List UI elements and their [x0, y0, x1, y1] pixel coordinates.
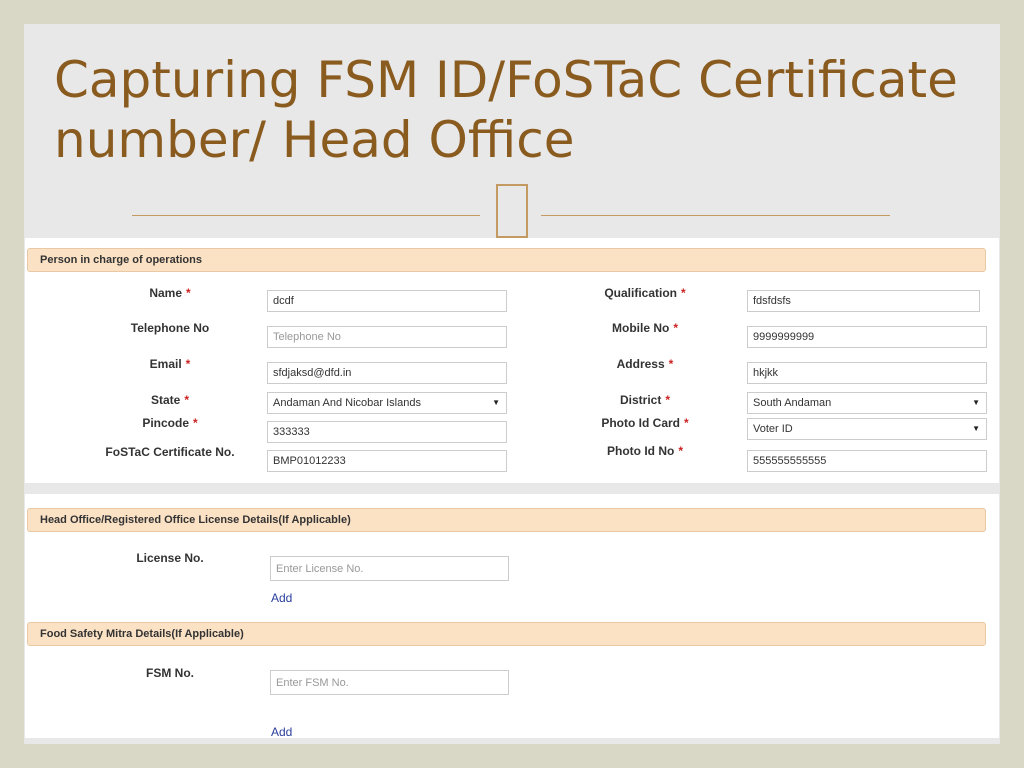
- title-divider-right: [541, 215, 890, 216]
- fsm-no-input[interactable]: [270, 670, 509, 695]
- license-no-input[interactable]: [270, 556, 509, 581]
- district-select[interactable]: South Andaman ▼: [747, 392, 987, 414]
- label-email: Email *: [149, 357, 191, 371]
- photo-id-no-field[interactable]: [747, 450, 987, 472]
- fostac-certificate-field[interactable]: [267, 450, 507, 472]
- label-address: Address *: [616, 357, 674, 371]
- label-photo-id-card: Photo Id Card *: [601, 416, 689, 430]
- label-fostac: FoSTaC Certificate No.: [105, 445, 235, 459]
- divider-ornament-icon: [496, 184, 528, 238]
- person-in-charge-panel: Person in charge of operations Name * Tel…: [25, 238, 999, 483]
- label-license-no: License No.: [136, 551, 204, 565]
- pincode-field[interactable]: [267, 421, 507, 443]
- photo-id-card-selected-value: Voter ID: [753, 423, 793, 435]
- section-header-head-office: Head Office/Registered Office License De…: [27, 508, 986, 532]
- label-photo-id-no: Photo Id No *: [607, 444, 683, 458]
- add-license-link[interactable]: Add: [271, 591, 292, 605]
- head-office-fsm-panel: Head Office/Registered Office License De…: [25, 494, 999, 739]
- title-divider-left: [132, 215, 480, 216]
- address-field[interactable]: [747, 362, 987, 384]
- label-telephone: Telephone No: [130, 321, 210, 335]
- label-name: Name *: [149, 286, 191, 300]
- label-state: State *: [150, 393, 189, 407]
- qualification-field[interactable]: [747, 290, 980, 312]
- email-field[interactable]: [267, 362, 507, 384]
- label-mobile: Mobile No *: [612, 321, 678, 335]
- name-field[interactable]: [267, 290, 507, 312]
- label-fsm-no: FSM No.: [146, 666, 194, 680]
- slide-title: Capturing FSM ID/FoSTaC Certificate numb…: [54, 51, 958, 169]
- add-fsm-link[interactable]: Add: [271, 725, 292, 739]
- label-qualification: Qualification *: [604, 286, 686, 300]
- chevron-down-icon: ▼: [972, 424, 980, 433]
- state-selected-value: Andaman And Nicobar Islands: [273, 397, 421, 409]
- chevron-down-icon: ▼: [972, 398, 980, 407]
- section-header-person: Person in charge of operations: [27, 248, 986, 272]
- state-select[interactable]: Andaman And Nicobar Islands ▼: [267, 392, 507, 414]
- label-pincode: Pincode *: [142, 416, 198, 430]
- label-district: District *: [619, 393, 670, 407]
- photo-id-card-select[interactable]: Voter ID ▼: [747, 418, 987, 440]
- section-header-fsm: Food Safety Mitra Details(If Applicable): [27, 622, 986, 646]
- telephone-field[interactable]: [267, 326, 507, 348]
- district-selected-value: South Andaman: [753, 397, 832, 409]
- chevron-down-icon: ▼: [492, 398, 500, 407]
- mobile-field[interactable]: [747, 326, 987, 348]
